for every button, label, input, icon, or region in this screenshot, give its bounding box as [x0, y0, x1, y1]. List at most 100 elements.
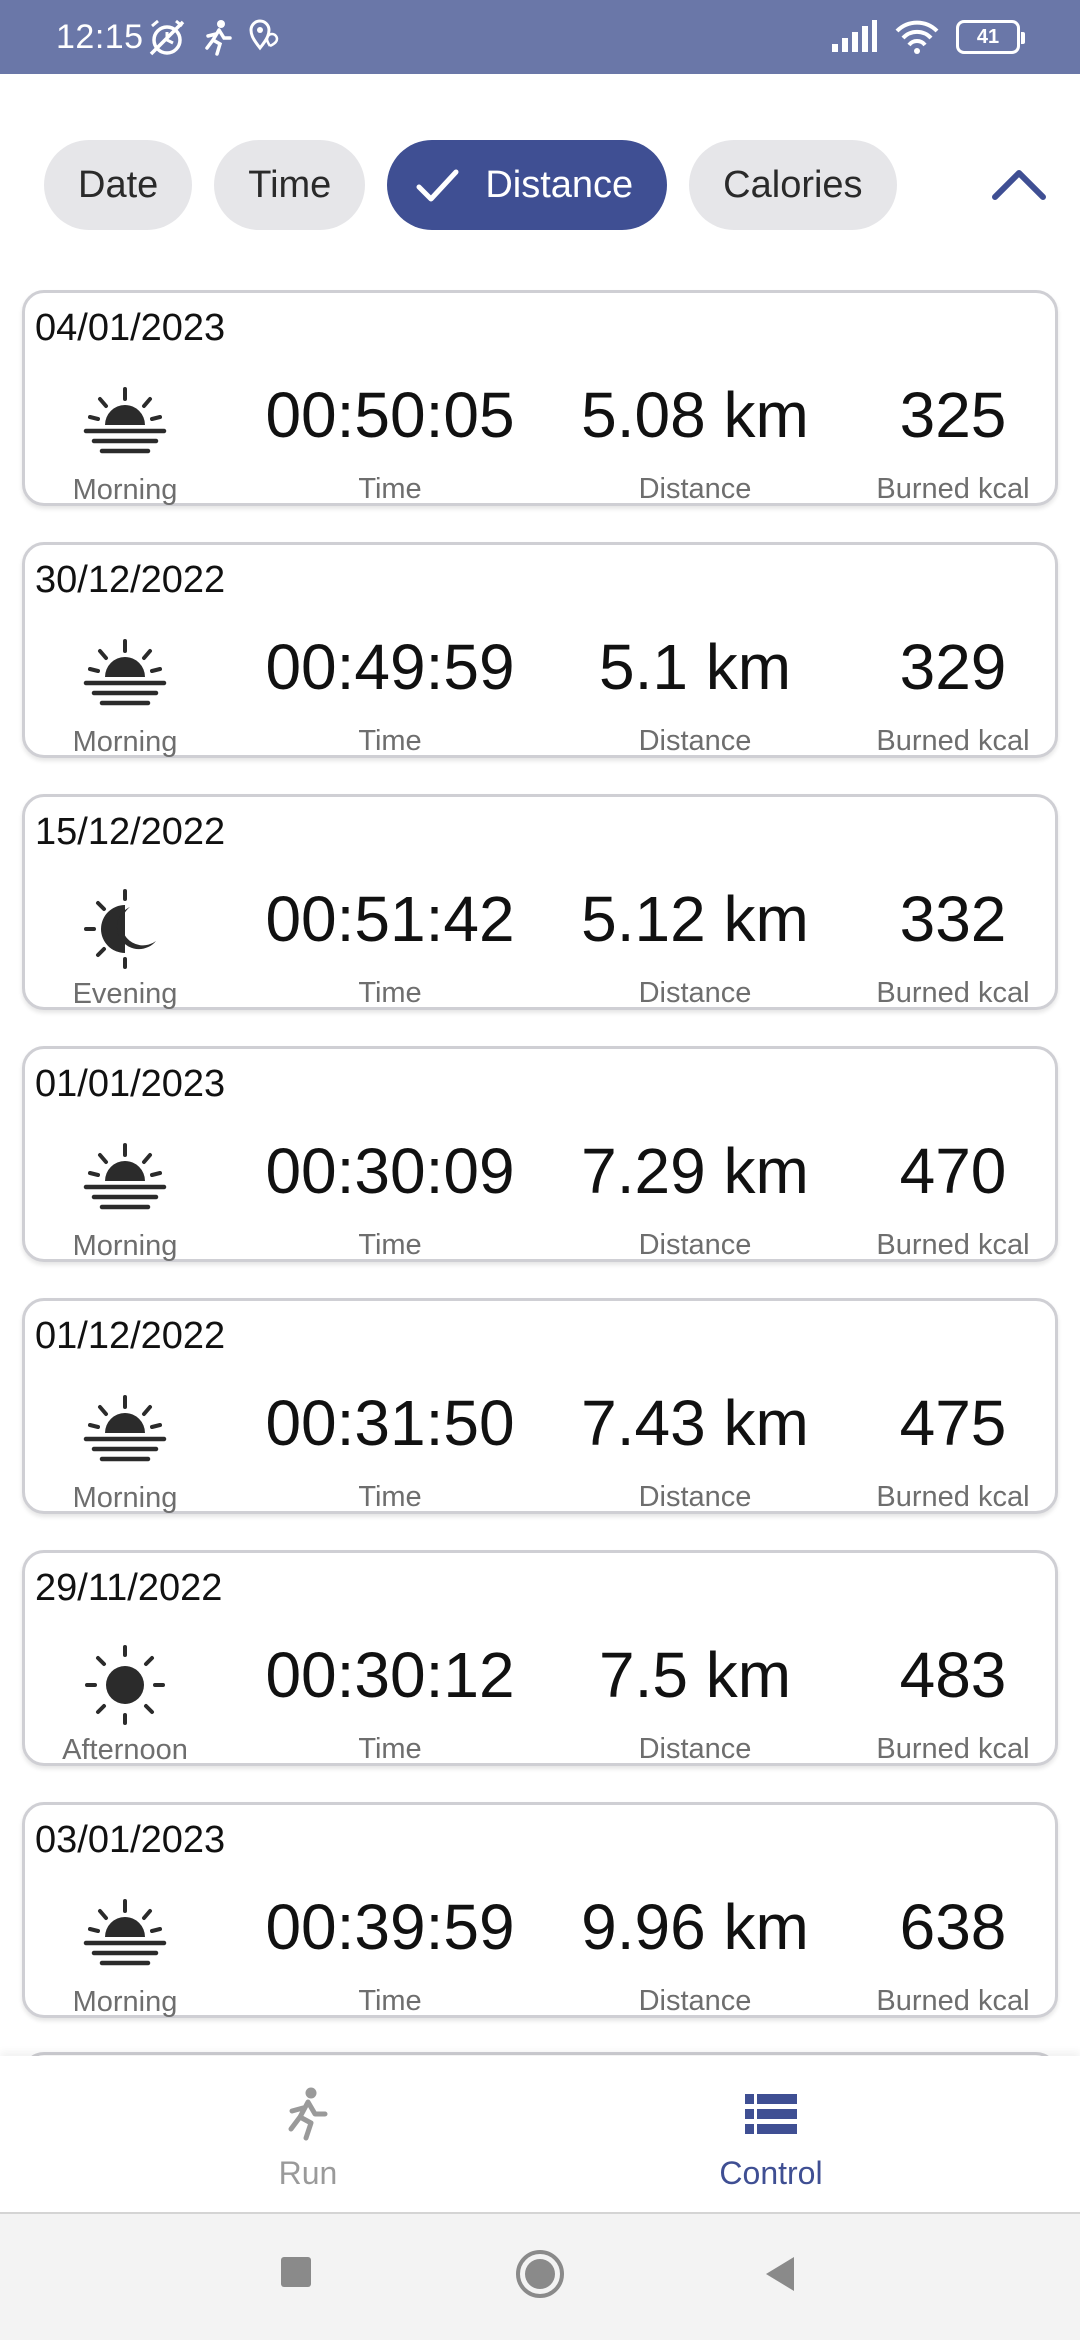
duration-value: 00:30:09 — [265, 1135, 515, 1207]
calories-label: Burned kcal — [876, 1229, 1030, 1261]
chip-distance-label: Distance — [485, 163, 634, 206]
chip-calories[interactable]: Calories — [689, 140, 897, 230]
run-card[interactable]: 03/01/2023 Morning 00:39:59 Time 9.96 km… — [22, 1802, 1058, 2018]
sunrise-icon — [80, 379, 170, 469]
status-time: 12:15 — [56, 18, 144, 56]
recents-icon[interactable] — [278, 2254, 314, 2290]
distance: 5.08 km Distance — [545, 383, 845, 506]
calories-value: 475 — [899, 1387, 1007, 1459]
calories: 470 Burned kcal — [845, 1139, 1061, 1262]
distance-label: Distance — [638, 1481, 752, 1513]
calories: 332 Burned kcal — [845, 887, 1061, 1010]
run-card[interactable]: 01/12/2022 Morning 00:31:50 Time 7.43 km… — [22, 1298, 1058, 1514]
calories-label: Burned kcal — [876, 725, 1030, 757]
run-list: 04/01/2023 Morning 00:50:05 Time 5.08 km… — [22, 290, 1058, 2054]
time-of-day-label: Morning — [72, 1230, 178, 1262]
run-card[interactable]: 30/12/2022 Morning 00:49:59 Time 5.1 km … — [22, 542, 1058, 758]
time-of-day-label: Morning — [72, 726, 178, 758]
distance-value: 5.1 km — [598, 631, 792, 703]
chip-distance[interactable]: Distance — [387, 140, 668, 230]
battery-level: 41 — [976, 25, 1000, 48]
chip-calories-label: Calories — [723, 163, 863, 206]
duration-label: Time — [358, 977, 422, 1009]
run-card[interactable]: 04/01/2023 Morning 00:50:05 Time 5.08 km… — [22, 290, 1058, 506]
chip-time[interactable]: Time — [214, 140, 366, 230]
sunrise-icon — [80, 1891, 170, 1981]
calories-label: Burned kcal — [876, 1481, 1030, 1513]
time-of-day: Morning — [25, 379, 225, 507]
chip-date[interactable]: Date — [44, 140, 193, 230]
run-date: 01/01/2023 — [35, 1063, 226, 1105]
distance: 7.29 km Distance — [545, 1139, 845, 1262]
time-of-day-label: Morning — [72, 1986, 178, 2018]
distance-value: 7.29 km — [581, 1135, 809, 1207]
check-icon — [416, 169, 459, 202]
calories-value: 638 — [899, 1891, 1007, 1963]
run-date: 04/01/2023 — [35, 307, 226, 349]
duration-label: Time — [358, 1985, 422, 2017]
duration: 00:30:12 Time — [235, 1643, 545, 1766]
time-of-day: Morning — [25, 631, 225, 759]
distance-value: 9.96 km — [581, 1891, 809, 1963]
home-icon[interactable] — [514, 2248, 566, 2300]
duration-value: 00:30:12 — [265, 1639, 515, 1711]
calories-value: 470 — [899, 1135, 1007, 1207]
chevron-up-icon — [992, 170, 1046, 200]
running-icon — [288, 2087, 328, 2141]
run-date: 29/11/2022 — [35, 1567, 223, 1609]
time-of-day: Morning — [25, 1387, 225, 1515]
duration-label: Time — [358, 473, 422, 505]
duration: 00:30:09 Time — [235, 1139, 545, 1262]
run-card[interactable]: 29/11/2022 Afternoon 00:30:12 Time 7.5 k… — [22, 1550, 1058, 1766]
signal-icon — [832, 20, 877, 52]
distance-value: 7.5 km — [598, 1639, 792, 1711]
run-card[interactable]: 01/01/2023 Morning 00:30:09 Time 7.29 km… — [22, 1046, 1058, 1262]
run-card[interactable]: 15/12/2022 Evening 00:51:42 Time 5.12 km… — [22, 794, 1058, 1010]
distance: 5.12 km Distance — [545, 887, 845, 1010]
bottom-navigation: Run Control — [0, 2056, 1080, 2214]
calories-label: Burned kcal — [876, 977, 1030, 1009]
time-of-day: Evening — [25, 883, 225, 1011]
calories: 638 Burned kcal — [845, 1895, 1061, 2018]
status-notification-icons — [146, 18, 282, 58]
distance: 9.96 km Distance — [545, 1895, 845, 2018]
nav-run[interactable]: Run — [158, 2084, 458, 2192]
sunrise-icon — [80, 1387, 170, 1477]
calories-value: 332 — [899, 883, 1007, 955]
back-icon[interactable] — [762, 2254, 798, 2294]
distance-value: 7.43 km — [581, 1387, 809, 1459]
distance-label: Distance — [638, 977, 752, 1009]
wifi-icon — [895, 20, 939, 54]
duration-label: Time — [358, 1481, 422, 1513]
duration: 00:51:42 Time — [235, 887, 545, 1010]
nav-control[interactable]: Control — [621, 2084, 921, 2192]
chip-time-label: Time — [248, 163, 332, 206]
sunrise-icon — [80, 631, 170, 721]
calories: 483 Burned kcal — [845, 1643, 1061, 1766]
distance-label: Distance — [638, 1229, 752, 1261]
duration-value: 00:31:50 — [265, 1387, 515, 1459]
distance: 7.43 km Distance — [545, 1391, 845, 1514]
distance-label: Distance — [638, 1733, 752, 1765]
collapse-button[interactable] — [986, 152, 1052, 218]
calories-label: Burned kcal — [876, 473, 1030, 505]
distance-label: Distance — [638, 1985, 752, 2017]
time-of-day-label: Morning — [72, 474, 178, 506]
distance-label: Distance — [638, 473, 752, 505]
calories: 325 Burned kcal — [845, 383, 1061, 506]
time-of-day: Afternoon — [25, 1639, 225, 1767]
distance-value: 5.12 km — [581, 883, 809, 955]
calories-value: 483 — [899, 1639, 1007, 1711]
nav-control-label: Control — [719, 2155, 823, 2191]
duration-value: 00:39:59 — [265, 1891, 515, 1963]
duration: 00:50:05 Time — [235, 383, 545, 506]
time-of-day: Morning — [25, 1891, 225, 2019]
duration-label: Time — [358, 1733, 422, 1765]
duration-label: Time — [358, 725, 422, 757]
calories: 475 Burned kcal — [845, 1391, 1061, 1514]
duration-value: 00:50:05 — [265, 379, 515, 451]
calories-label: Burned kcal — [876, 1733, 1030, 1765]
battery-icon: 41 — [956, 20, 1025, 54]
status-system-icons: 41 — [830, 20, 1025, 54]
calories-value: 329 — [899, 631, 1007, 703]
